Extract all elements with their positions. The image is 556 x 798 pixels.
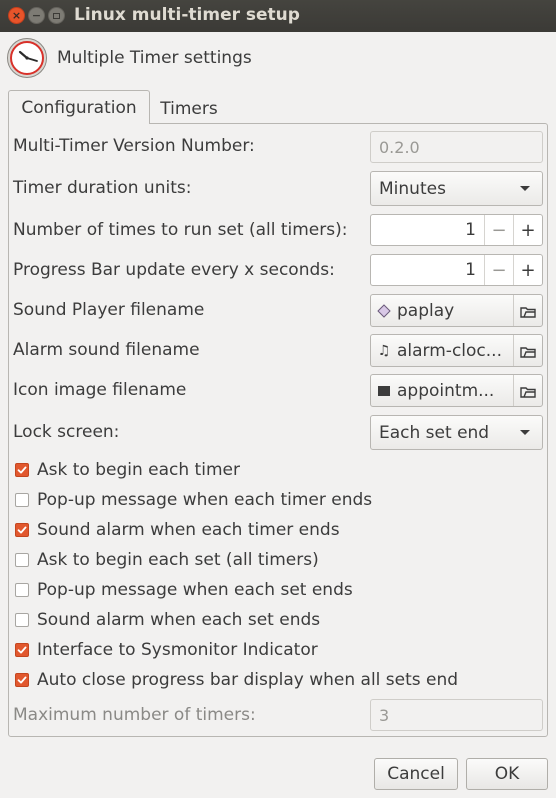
checkbox-ask-begin-each-set[interactable]: Ask to begin each set (all timers)	[15, 549, 319, 571]
checkbox-label: Interface to Sysmonitor Indicator	[37, 640, 318, 660]
window-titlebar: × − Linux multi-timer setup	[0, 0, 556, 32]
music-note-icon: ♫	[377, 342, 391, 359]
minimize-icon: −	[31, 9, 42, 22]
checkmark-icon	[17, 526, 27, 534]
checkbox-sysmonitor-indicator[interactable]: Interface to Sysmonitor Indicator	[15, 639, 318, 661]
times-to-run-increment[interactable]: +	[513, 215, 542, 245]
times-to-run-value[interactable]: 1	[371, 220, 484, 240]
tab-configuration-label: Configuration	[21, 97, 137, 118]
progress-update-spinner[interactable]: 1 − +	[370, 254, 543, 286]
alarm-sound-file-chooser[interactable]: ♫ alarm-cloc...	[370, 334, 543, 367]
clock-icon	[6, 37, 48, 79]
cancel-button[interactable]: Cancel	[374, 758, 458, 790]
sound-player-file-chooser[interactable]: paplay	[370, 294, 543, 327]
version-value: 0.2.0	[379, 137, 420, 157]
duration-units-label: Timer duration units:	[13, 178, 192, 198]
checkbox-box[interactable]	[15, 553, 29, 567]
checkbox-label: Ask to begin each timer	[37, 460, 240, 480]
sound-player-filename: paplay	[397, 300, 455, 321]
checkbox-label: Auto close progress bar display when all…	[37, 670, 459, 690]
open-folder-icon	[513, 335, 542, 366]
progress-update-value[interactable]: 1	[371, 260, 484, 280]
checkbox-box[interactable]	[15, 523, 29, 537]
chevron-down-icon	[520, 430, 530, 435]
open-folder-icon	[513, 375, 542, 406]
duration-units-value: Minutes	[379, 178, 446, 199]
checkbox-label: Pop-up message when each set ends	[37, 580, 353, 600]
checkbox-box[interactable]	[15, 643, 29, 657]
version-field: 0.2.0	[370, 131, 543, 163]
window-title: Linux multi-timer setup	[74, 5, 300, 25]
tab-timers[interactable]: Timers	[150, 93, 228, 125]
ok-button[interactable]: OK	[466, 758, 548, 790]
checkbox-box[interactable]	[15, 583, 29, 597]
checkbox-box[interactable]	[15, 463, 29, 477]
alarm-sound-filename: alarm-cloc...	[397, 340, 502, 361]
settings-heading: Multiple Timer settings	[57, 48, 252, 68]
checkmark-icon	[17, 466, 27, 474]
times-to-run-spinner[interactable]: 1 − +	[370, 214, 543, 246]
icon-image-file-chooser[interactable]: appointm...	[370, 374, 543, 407]
checkbox-box[interactable]	[15, 493, 29, 507]
icon-image-label: Icon image filename	[13, 380, 187, 400]
ok-button-label: OK	[494, 764, 520, 784]
lock-screen-value: Each set end	[379, 422, 490, 443]
lock-screen-label: Lock screen:	[13, 422, 120, 442]
sound-player-label: Sound Player filename	[13, 300, 205, 320]
cancel-button-label: Cancel	[387, 764, 445, 784]
chevron-down-icon	[520, 186, 530, 191]
max-timers-value: 3	[379, 705, 390, 725]
max-timers-field: 3	[370, 699, 543, 731]
checkbox-auto-close-progress[interactable]: Auto close progress bar display when all…	[15, 669, 458, 691]
executable-file-icon	[377, 303, 391, 318]
checkbox-box[interactable]	[15, 673, 29, 687]
checkbox-label: Sound alarm when each set ends	[37, 610, 321, 630]
times-to-run-decrement[interactable]: −	[484, 215, 513, 245]
progress-update-decrement[interactable]: −	[484, 255, 513, 285]
checkbox-popup-each-set-ends[interactable]: Pop-up message when each set ends	[15, 579, 353, 601]
open-folder-icon	[513, 295, 542, 326]
progress-update-label: Progress Bar update every x seconds:	[13, 260, 335, 280]
progress-update-increment[interactable]: +	[513, 255, 542, 285]
close-window-button[interactable]: ×	[8, 7, 25, 24]
version-label: Multi-Timer Version Number:	[13, 136, 255, 156]
times-to-run-label: Number of times to run set (all timers):	[13, 220, 348, 240]
checkmark-icon	[17, 646, 27, 654]
alarm-sound-label: Alarm sound filename	[13, 340, 200, 360]
checkbox-ask-begin-each-timer[interactable]: Ask to begin each timer	[15, 459, 240, 481]
tab-timers-label: Timers	[160, 99, 218, 119]
maximize-icon	[53, 12, 60, 19]
image-file-icon	[377, 384, 391, 398]
lock-screen-select[interactable]: Each set end	[370, 415, 543, 450]
icon-image-filename: appointm...	[397, 380, 495, 401]
max-timers-label: Maximum number of timers:	[13, 705, 256, 725]
checkbox-sound-each-timer-ends[interactable]: Sound alarm when each timer ends	[15, 519, 340, 541]
maximize-window-button[interactable]	[48, 7, 65, 24]
close-icon: ×	[11, 9, 22, 22]
duration-units-select[interactable]: Minutes	[370, 171, 543, 206]
tab-configuration[interactable]: Configuration	[8, 90, 150, 124]
checkmark-icon	[17, 676, 27, 684]
checkbox-label: Ask to begin each set (all timers)	[37, 550, 319, 570]
checkbox-box[interactable]	[15, 613, 29, 627]
checkbox-label: Sound alarm when each timer ends	[37, 520, 340, 540]
checkbox-sound-each-set-ends[interactable]: Sound alarm when each set ends	[15, 609, 320, 631]
checkbox-popup-each-timer-ends[interactable]: Pop-up message when each timer ends	[15, 489, 372, 511]
checkbox-label: Pop-up message when each timer ends	[37, 490, 373, 510]
minimize-window-button[interactable]: −	[28, 7, 45, 24]
